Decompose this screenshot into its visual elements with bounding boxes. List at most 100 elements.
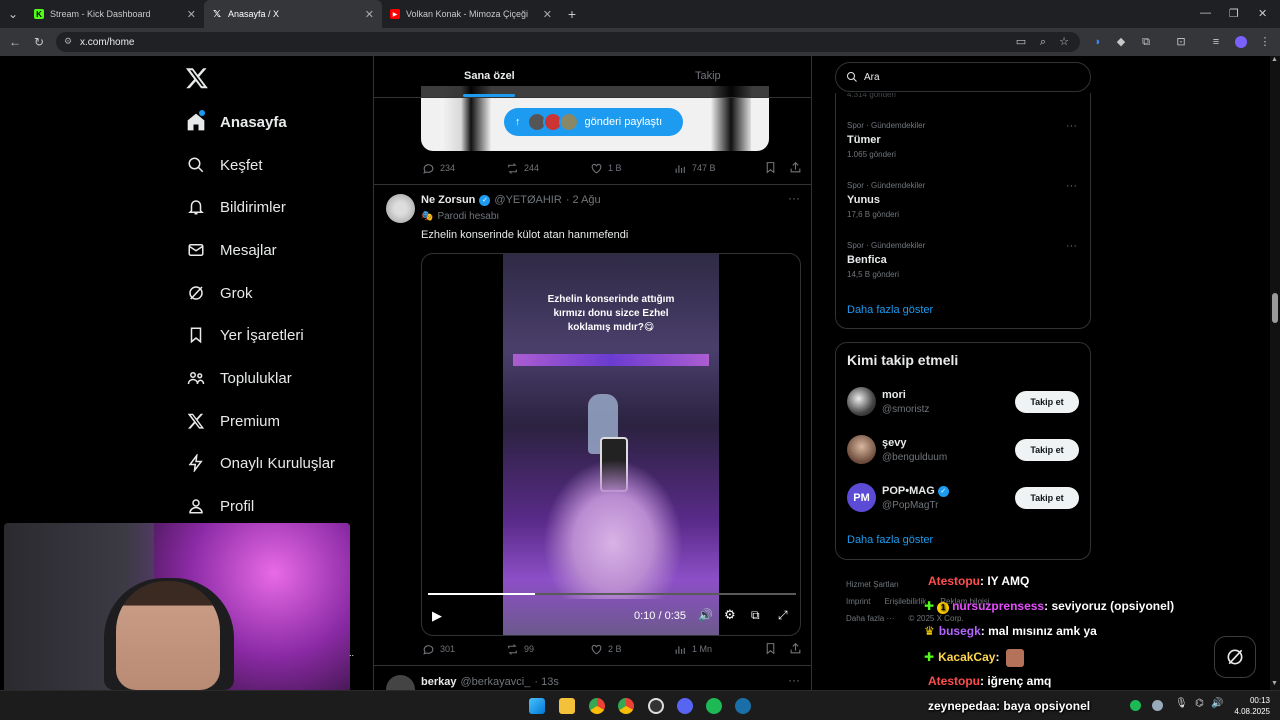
browser-tab-youtube[interactable]: ▶ Volkan Konak - Mimoza Çiçeği ✕ <box>382 0 560 28</box>
browser-tab-kick[interactable]: K Stream - Kick Dashboard ✕ <box>26 0 204 28</box>
play-icon[interactable]: ▶ <box>432 608 442 624</box>
picture-in-picture-icon[interactable]: ⧉ <box>751 608 760 623</box>
spotify-icon[interactable] <box>706 698 722 714</box>
scroll-up-icon[interactable]: ▲ <box>1271 56 1278 63</box>
home-feed[interactable]: Sana özel Takip ↑ gönderi paylaştı 234 2… <box>373 56 812 694</box>
follow-suggestion[interactable]: şevy @bengulduum Takip et <box>836 435 1090 475</box>
trend-item[interactable]: Spor · Gündemdekiler Tümer 1.065 gönderi <box>847 121 925 159</box>
close-tab-icon[interactable]: ✕ <box>187 8 196 21</box>
search-input[interactable]: Ara <box>864 72 880 83</box>
avatar[interactable] <box>386 194 415 223</box>
reading-list-icon[interactable]: ≡ <box>1210 36 1222 48</box>
post-author-name[interactable]: Ne Zorsun <box>421 194 475 206</box>
avatar[interactable] <box>847 387 876 416</box>
spotify-tray-icon[interactable] <box>1130 700 1141 711</box>
sidebar-item-home[interactable]: Anasayfa <box>186 107 287 137</box>
bookmark-icon[interactable] <box>764 161 777 176</box>
browser-tab-x[interactable]: 𝕏 Anasayfa / X ✕ <box>204 0 382 28</box>
close-window-icon[interactable]: ✕ <box>1258 7 1267 20</box>
avatar[interactable] <box>847 435 876 464</box>
show-more-trends-link[interactable]: Daha fazla göster <box>847 304 933 316</box>
trend-item[interactable]: Spor · Gündemdekiler Yunus 17,6 B gönder… <box>847 181 925 219</box>
reply-button[interactable]: 301 <box>422 643 506 656</box>
more-options-icon[interactable]: ··· <box>1066 240 1077 252</box>
settings-gear-icon[interactable]: ⚙ <box>724 607 736 623</box>
grok-floating-button[interactable] <box>1214 636 1256 678</box>
chrome-icon[interactable] <box>618 698 634 714</box>
sidebar-item-verified-orgs[interactable]: Onaylı Kuruluşlar <box>186 448 335 478</box>
post-date[interactable]: · 13s <box>534 676 558 688</box>
follow-suggestion[interactable]: PM POP•MAG ✓ @PopMagTr Takip et <box>836 483 1090 523</box>
sidebar-item-bookmarks[interactable]: Yer İşaretleri <box>186 320 304 350</box>
more-options-icon[interactable]: ··· <box>788 673 800 687</box>
microphone-icon[interactable]: 🎙 <box>1175 698 1188 709</box>
file-explorer-icon[interactable] <box>559 698 575 714</box>
tab-for-you[interactable]: Sana özel <box>464 70 515 82</box>
tab-following[interactable]: Takip <box>695 70 721 82</box>
more-options-icon[interactable]: ··· <box>1066 180 1077 192</box>
post-author-handle[interactable]: @YETØAHIR <box>494 194 561 206</box>
sidebar-item-grok[interactable]: Grok <box>186 278 253 308</box>
zoom-icon[interactable]: ⌕ <box>1037 36 1049 48</box>
bookmark-icon[interactable] <box>764 642 777 657</box>
steam-tray-icon[interactable] <box>1152 700 1163 711</box>
wifi-icon[interactable]: ⌬ <box>1195 698 1204 709</box>
follow-button[interactable]: Takip et <box>1015 391 1079 413</box>
volume-tray-icon[interactable]: 🔊 <box>1211 698 1223 709</box>
sidebar-item-premium[interactable]: Premium <box>186 406 280 436</box>
windows-start-icon[interactable] <box>529 698 545 714</box>
trend-item[interactable]: 4.314 gönderi <box>847 93 896 101</box>
sidebar-item-messages[interactable]: Mesajlar <box>186 235 277 265</box>
post-date[interactable]: · 2 Ağu <box>566 194 601 206</box>
trend-item[interactable]: Spor · Gündemdekiler Benfica 14,5 B gönd… <box>847 241 925 279</box>
like-button[interactable]: 2 B <box>590 643 674 656</box>
repost-button[interactable]: 99 <box>506 643 590 656</box>
show-more-follow-link[interactable]: Daha fazla göster <box>847 534 933 546</box>
scroll-down-icon[interactable]: ▼ <box>1271 680 1278 687</box>
follow-button[interactable]: Takip et <box>1015 487 1079 509</box>
views-button[interactable]: 747 B <box>674 162 758 175</box>
discord-icon[interactable] <box>677 698 693 714</box>
footer-more-link[interactable]: Daha fazla ··· <box>846 610 894 627</box>
views-button[interactable]: 1 Mn <box>674 643 758 656</box>
chrome-icon[interactable] <box>589 698 605 714</box>
sidebar-item-communities[interactable]: Topluluklar <box>186 363 292 393</box>
post[interactable]: Ne Zorsun ✓ @YETØAHIR · 2 Ağu ··· 🎭 Paro… <box>374 185 811 665</box>
post-video[interactable]: Ezhelin konserinde attığım kırmızı donu … <box>421 253 801 636</box>
extension-icon[interactable]: ◆ <box>1115 36 1127 48</box>
reload-icon[interactable]: ↻ <box>27 35 51 49</box>
reply-button[interactable]: 234 <box>422 162 506 175</box>
post-author-handle[interactable]: @berkayavci_ <box>460 676 530 688</box>
share-icon[interactable] <box>789 161 802 176</box>
extensions-puzzle-icon[interactable]: ⧉ <box>1140 36 1152 48</box>
follow-suggestion[interactable]: mori @smoristz Takip et <box>836 387 1090 427</box>
scrollbar-thumb[interactable] <box>1272 293 1278 323</box>
fullscreen-icon[interactable]: ⤢ <box>778 608 788 623</box>
menu-kebab-icon[interactable]: ⋮ <box>1259 36 1271 48</box>
obs-icon[interactable] <box>648 698 664 714</box>
sidebar-item-notifications[interactable]: Bildirimler <box>186 192 286 222</box>
volume-icon[interactable]: 🔊 <box>698 608 713 622</box>
follow-button[interactable]: Takip et <box>1015 439 1079 461</box>
x-logo[interactable] <box>185 66 209 90</box>
more-options-icon[interactable]: ··· <box>788 191 800 205</box>
screen-cast-icon[interactable]: ▭ <box>1015 36 1027 48</box>
extension-icon[interactable]: ◗ <box>1092 36 1104 48</box>
url-bar[interactable]: ⚙ x.com/home <box>56 32 1080 52</box>
sidebar-item-profile[interactable]: Profil <box>186 491 254 521</box>
close-tab-icon[interactable]: ✕ <box>365 8 374 21</box>
media-icon[interactable]: ⊡ <box>1175 36 1187 48</box>
profile-avatar-icon[interactable] <box>1235 36 1247 48</box>
like-button[interactable]: 1 B <box>590 162 674 175</box>
site-info-icon[interactable]: ⚙ <box>64 36 72 47</box>
repost-button[interactable]: 244 <box>506 162 590 175</box>
new-posts-pill[interactable]: ↑ gönderi paylaştı <box>504 108 683 136</box>
footer-accessibility-link[interactable]: Erişilebilirlik <box>884 593 926 610</box>
footer-terms-link[interactable]: Hizmet Şartları <box>846 580 899 589</box>
steam-icon[interactable] <box>735 698 751 714</box>
minimize-icon[interactable]: — <box>1200 7 1211 19</box>
back-icon[interactable]: ← <box>3 35 27 49</box>
maximize-icon[interactable]: ❐ <box>1229 7 1239 20</box>
bookmark-star-icon[interactable]: ☆ <box>1058 36 1070 48</box>
footer-imprint-link[interactable]: Imprint <box>846 593 870 610</box>
